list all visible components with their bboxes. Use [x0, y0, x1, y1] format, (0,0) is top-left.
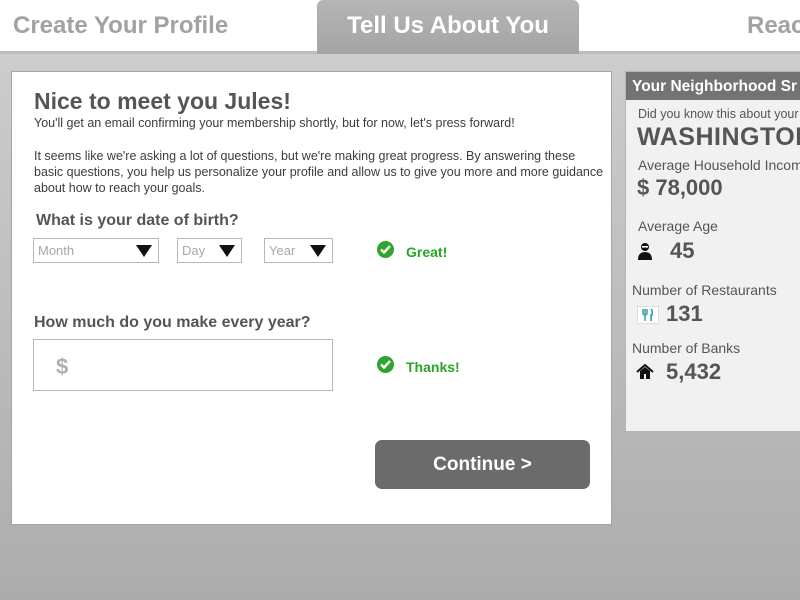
tab-ready[interactable]: Reac	[747, 0, 800, 54]
neighborhood-panel-title: Your Neighborhood Sr	[626, 72, 800, 100]
income-input[interactable]: $	[33, 339, 333, 391]
banks-value: 5,432	[666, 359, 722, 384]
check-circle-icon	[377, 241, 394, 258]
person-icon	[637, 242, 653, 265]
did-you-know-text: Did you know this about your n	[638, 107, 800, 121]
restaurants-value: 131	[666, 301, 703, 326]
avg-income-value: $ 78,000	[637, 175, 723, 200]
banks-label: Number of Banks	[632, 340, 741, 356]
continue-button[interactable]: Continue >	[375, 440, 590, 489]
triangle-down-icon	[136, 245, 152, 257]
greeting-heading: Nice to meet you Jules!	[34, 88, 291, 114]
step-tabbar: Create Your Profile Tell Us About You Re…	[0, 0, 800, 54]
house-icon	[636, 363, 654, 385]
fork-knife-icon	[637, 306, 659, 324]
restaurants-label: Number of Restaurants	[632, 282, 777, 298]
income-feedback: Thanks!	[406, 359, 460, 375]
intro-text-2: It seems like we're asking a lot of ques…	[34, 149, 604, 195]
triangle-down-icon	[310, 245, 326, 257]
dob-month-placeholder: Month	[38, 243, 75, 258]
tab-tell-us-about-you[interactable]: Tell Us About You	[317, 0, 579, 54]
intro-text-1: You'll get an email confirming your memb…	[34, 116, 515, 130]
city-name: WASHINGTON	[637, 123, 800, 151]
tab-create-profile[interactable]: Create Your Profile	[13, 0, 228, 54]
triangle-down-icon	[219, 245, 235, 257]
avg-age-label: Average Age	[638, 218, 718, 234]
dob-day-select[interactable]: Day	[177, 238, 242, 263]
dob-year-placeholder: Year	[269, 243, 296, 258]
dob-feedback: Great!	[406, 244, 448, 260]
profile-form-card: Nice to meet you Jules! You'll get an em…	[11, 71, 612, 525]
dob-day-placeholder: Day	[182, 243, 206, 258]
avg-income-label: Average Household Incom	[638, 157, 800, 173]
income-question-label: How much do you make every year?	[34, 314, 311, 331]
currency-symbol: $	[56, 354, 69, 379]
neighborhood-panel: Your Neighborhood Sr Did you know this a…	[625, 71, 800, 432]
avg-age-value: 45	[670, 238, 695, 263]
dob-month-select[interactable]: Month	[33, 238, 159, 263]
dob-year-select[interactable]: Year	[264, 238, 333, 263]
dob-question-label: What is your date of birth?	[36, 212, 239, 229]
check-circle-icon	[377, 356, 394, 373]
